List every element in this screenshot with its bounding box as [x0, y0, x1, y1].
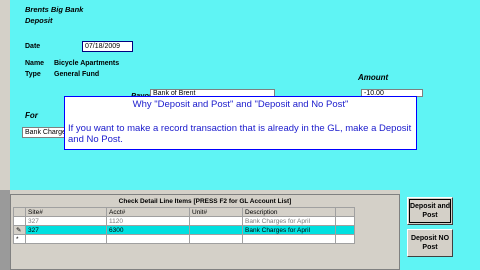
callout-title: Why "Deposit and Post" and "Deposit and …: [132, 99, 349, 110]
cell-filler: [335, 234, 355, 244]
table-row[interactable]: 327 1120 Bank Charges for April: [13, 216, 355, 226]
cell-unit[interactable]: [189, 225, 243, 235]
cell-acct[interactable]: 6300: [106, 225, 190, 235]
cell-filler: [335, 225, 355, 235]
amount-label: Amount: [358, 73, 389, 82]
cell-unit[interactable]: [189, 216, 243, 226]
column-header-unit[interactable]: Unit#: [189, 207, 243, 217]
column-header-acct[interactable]: Acct#: [106, 207, 190, 217]
type-label: Type: [25, 71, 41, 78]
detail-line-items-panel: Check Detail Line Items [PRESS F2 for GL…: [10, 194, 400, 270]
detail-grid: Site# Acct# Unit# Description 327 1120 B…: [13, 207, 355, 244]
row-selector-edit-icon[interactable]: ✎: [13, 225, 26, 235]
column-header-description[interactable]: Description: [242, 207, 336, 217]
for-field[interactable]: Bank Charges: [22, 127, 68, 138]
cell-site[interactable]: [25, 234, 107, 244]
date-field[interactable]: 07/18/2009: [82, 41, 133, 52]
tutorial-callout: Why "Deposit and Post" and "Deposit and …: [64, 96, 417, 150]
name-label: Name: [25, 60, 45, 67]
cell-site[interactable]: 327: [25, 225, 107, 235]
cell-unit[interactable]: [189, 234, 243, 244]
row-selector[interactable]: [13, 216, 26, 226]
date-label: Date: [25, 43, 41, 50]
deposit-and-post-button[interactable]: Deposit and Post: [407, 197, 453, 225]
cell-acct[interactable]: [106, 234, 190, 244]
window-bottom-left-border: [0, 190, 10, 270]
cell-site[interactable]: 327: [25, 216, 107, 226]
column-header-filler: [335, 207, 355, 217]
cell-description[interactable]: Bank Charges for April: [242, 225, 336, 235]
name-value: Bicycle Apartments: [54, 60, 120, 67]
detail-panel-title: Check Detail Line Items [PRESS F2 for GL…: [118, 198, 292, 205]
cell-description[interactable]: [242, 234, 336, 244]
document-type: Deposit: [25, 16, 53, 25]
cell-description[interactable]: Bank Charges for April: [242, 216, 336, 226]
row-header-corner: [13, 207, 26, 217]
for-label: For: [25, 111, 38, 120]
company-title: Brents Big Bank: [25, 5, 84, 14]
type-value: General Fund: [54, 71, 100, 78]
cell-acct[interactable]: 1120: [106, 216, 190, 226]
grid-header-row: Site# Acct# Unit# Description: [13, 207, 355, 217]
table-row[interactable]: ✎ 327 6300 Bank Charges for April: [13, 225, 355, 235]
callout-body: If you want to make a record transaction…: [68, 123, 412, 145]
cell-filler: [335, 216, 355, 226]
new-row-marker[interactable]: *: [13, 234, 26, 244]
table-row-new[interactable]: *: [13, 234, 355, 244]
column-header-site[interactable]: Site#: [25, 207, 107, 217]
deposit-no-post-button[interactable]: Deposit NO Post: [407, 229, 453, 257]
